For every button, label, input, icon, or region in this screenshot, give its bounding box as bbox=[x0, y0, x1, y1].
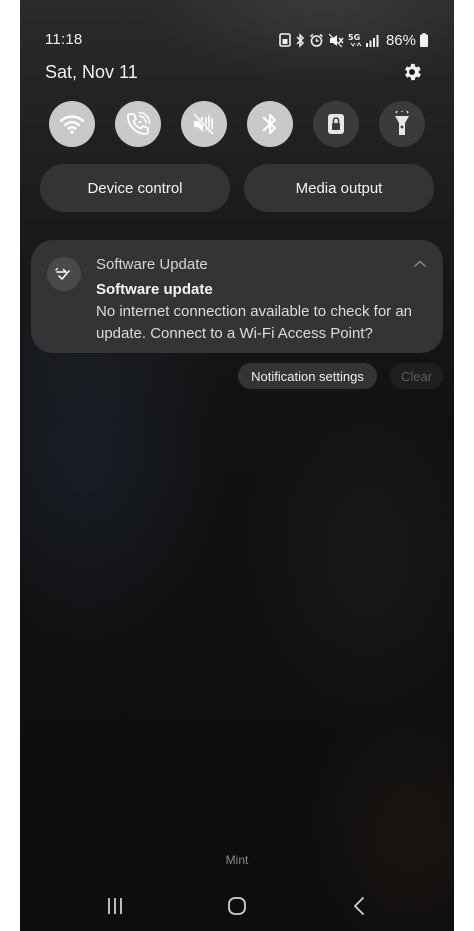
collapse-button[interactable] bbox=[412, 257, 428, 271]
signal-icon bbox=[365, 33, 380, 47]
sync-update-icon bbox=[55, 267, 70, 280]
app-icon bbox=[47, 257, 81, 291]
quick-settings-row bbox=[49, 101, 425, 147]
settings-button[interactable] bbox=[401, 61, 423, 83]
wifi-calling-tile[interactable] bbox=[115, 101, 161, 147]
back-icon bbox=[354, 897, 364, 915]
mute-icon bbox=[328, 33, 344, 48]
notification-body: No internet connection available to chec… bbox=[96, 303, 413, 342]
recents-icon bbox=[108, 898, 122, 914]
bluetooth-icon bbox=[295, 32, 305, 48]
5g-icon: 5G bbox=[348, 32, 362, 48]
notification-shade: 11:18 5G 86% Sat, Nov 11 Device control … bbox=[20, 0, 454, 931]
status-bar: 11:18 5G 86% bbox=[20, 0, 454, 60]
date-label: Sat, Nov 11 bbox=[45, 62, 138, 82]
recents-button[interactable] bbox=[100, 894, 130, 918]
save-icon bbox=[279, 33, 291, 47]
media-output-button[interactable]: Media output bbox=[244, 164, 434, 212]
alarm-icon bbox=[309, 33, 324, 48]
device-control-button[interactable]: Device control bbox=[40, 164, 230, 212]
gear-icon bbox=[405, 63, 421, 81]
wifi-calling-icon bbox=[127, 111, 151, 135]
flashlight-tile[interactable] bbox=[379, 101, 425, 147]
notification-settings-button[interactable]: Notification settings bbox=[238, 363, 377, 389]
bluetooth-tile[interactable] bbox=[247, 101, 293, 147]
home-icon bbox=[228, 897, 246, 915]
lock-icon bbox=[328, 114, 344, 134]
wifi-icon bbox=[59, 115, 85, 134]
svg-text:5G: 5G bbox=[348, 33, 360, 42]
flashlight-icon bbox=[395, 111, 409, 135]
status-time: 11:18 bbox=[45, 31, 83, 48]
clear-button[interactable]: Clear bbox=[390, 363, 443, 389]
carrier-label: Mint bbox=[225, 853, 249, 867]
bluetooth-icon bbox=[262, 113, 277, 135]
battery-icon bbox=[420, 33, 428, 47]
chevron-up-icon bbox=[414, 260, 426, 267]
notification-card[interactable]: Software Update Software update No inter… bbox=[31, 240, 443, 353]
wifi-tile[interactable] bbox=[49, 101, 95, 147]
screen-lock-tile[interactable] bbox=[313, 101, 359, 147]
notification-title: Software update bbox=[96, 281, 213, 298]
vibrate-icon bbox=[192, 112, 215, 136]
panel-buttons: Device control Media output bbox=[40, 164, 434, 212]
status-icons: 5G 86% bbox=[279, 30, 428, 50]
battery-percent: 86% bbox=[385, 31, 416, 49]
back-button[interactable] bbox=[344, 894, 374, 918]
navigation-bar bbox=[20, 880, 454, 931]
vibrate-tile[interactable] bbox=[181, 101, 227, 147]
home-button[interactable] bbox=[222, 894, 252, 918]
notification-app-name: Software Update bbox=[96, 256, 208, 273]
